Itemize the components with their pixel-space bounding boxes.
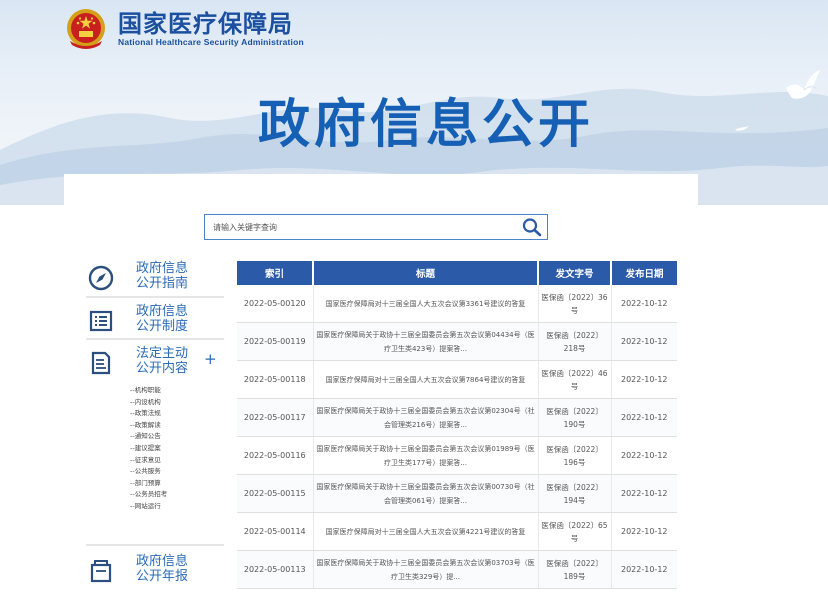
sidebar-sublist: --机构职能 --内设机构 --政策法规 --政策解读 --通知公告 --建议提…: [130, 385, 167, 513]
table-row[interactable]: 2022-05-00115 国家医疗保障局关于政协十三届全国委员会第五次会议第0…: [237, 474, 677, 513]
cell-doc-number: 医保函〔2022〕194号: [538, 474, 612, 513]
sidebar-divider: [86, 544, 224, 546]
column-header-title: 标题: [313, 261, 539, 285]
search-icon[interactable]: [521, 217, 543, 237]
page-title: 政府信息公开: [257, 95, 594, 155]
column-header-doc-number: 发文字号: [538, 261, 612, 285]
dove-icon: [786, 70, 820, 99]
list-document-icon: [89, 310, 113, 332]
sidebar-subitem[interactable]: --部门预算: [130, 478, 167, 490]
cell-index: 2022-05-00116: [237, 436, 314, 475]
search-input[interactable]: [213, 219, 513, 235]
cell-date: 2022-10-12: [611, 474, 677, 513]
cell-index: 2022-05-00117: [237, 398, 314, 437]
sidebar-subitem[interactable]: --政策解读: [130, 420, 167, 432]
sidebar-item-annual-report[interactable]: 政府信息 公开年报: [86, 554, 224, 586]
sidebar-subitem[interactable]: --公共服务: [130, 466, 167, 478]
sidebar-item-label: 法定主动 公开内容: [136, 346, 189, 376]
sidebar-item-label: 政府信息 公开年报: [136, 554, 189, 584]
sidebar-divider: [86, 296, 224, 298]
cell-title-link[interactable]: 国家医疗保障局关于政协十三届全国委员会第五次会议第03703号（医疗卫生类329…: [313, 550, 539, 589]
sidebar-subitem[interactable]: --公务员招考: [130, 489, 167, 501]
table-row[interactable]: 2022-05-00116 国家医疗保障局关于政协十三届全国委员会第五次会议第0…: [237, 436, 677, 475]
table-row[interactable]: 2022-05-00117 国家医疗保障局关于政协十三届全国委员会第五次会议第0…: [237, 398, 677, 437]
column-header-index: 索引: [237, 261, 314, 285]
cell-doc-number: 医保函〔2022〕190号: [538, 398, 612, 437]
cell-date: 2022-10-12: [611, 398, 677, 437]
national-emblem-icon: [67, 9, 105, 49]
cell-date: 2022-10-12: [611, 360, 677, 399]
table-row[interactable]: 2022-05-00118 国家医疗保障局对十三届全国人大五次会议第7864号建…: [237, 360, 677, 399]
sidebar-item-guide[interactable]: 政府信息 公开指南: [86, 261, 224, 293]
sidebar-subitem[interactable]: --机构职能: [130, 385, 167, 397]
agency-name-cn: 国家医疗保障局: [118, 8, 293, 38]
cell-title-link[interactable]: 国家医疗保障局对十三届全国人大五次会议第7864号建议的答复: [313, 360, 539, 399]
search-box: [204, 214, 548, 240]
cell-date: 2022-10-12: [611, 512, 677, 551]
cell-title-link[interactable]: 国家医疗保障局关于政协十三届全国委员会第五次会议第04434号（医疗卫生类423…: [313, 322, 539, 361]
compass-icon: [88, 265, 114, 291]
edit-document-icon: [91, 351, 111, 375]
cell-index: 2022-05-00114: [237, 512, 314, 551]
sidebar-subitem[interactable]: --内设机构: [130, 397, 167, 409]
sidebar-subitem[interactable]: --政策法规: [130, 408, 167, 420]
cell-doc-number: 医保函〔2022〕218号: [538, 322, 612, 361]
cell-index: 2022-05-00113: [237, 550, 314, 589]
table-row[interactable]: 2022-05-00114 国家医疗保障局对十三届全国人大五次会议第4221号建…: [237, 512, 677, 551]
cell-doc-number: 医保函〔2022〕196号: [538, 436, 612, 475]
small-bird-icon: [735, 126, 749, 131]
cell-title-link[interactable]: 国家医疗保障局关于政协十三届全国委员会第五次会议第02304号（社会管理类216…: [313, 398, 539, 437]
sidebar-subitem[interactable]: --征求意见: [130, 455, 167, 467]
cell-index: 2022-05-00115: [237, 474, 314, 513]
sidebar-subitem[interactable]: --网站运行: [130, 501, 167, 513]
report-icon: [90, 560, 112, 583]
cell-title-link[interactable]: 国家医疗保障局对十三届全国人大五次会议第4221号建议的答复: [313, 512, 539, 551]
cell-title-link[interactable]: 国家医疗保障局关于政协十三届全国委员会第五次会议第01989号（医疗卫生类177…: [313, 436, 539, 475]
table-row[interactable]: 2022-05-00119 国家医疗保障局关于政协十三届全国委员会第五次会议第0…: [237, 322, 677, 361]
cell-doc-number: 医保函〔2022〕65号: [538, 512, 612, 551]
table-row[interactable]: 2022-05-00120 国家医疗保障局对十三届全国人大五次会议第3361号建…: [237, 285, 677, 323]
cell-date: 2022-10-12: [611, 550, 677, 589]
cell-date: 2022-10-12: [611, 322, 677, 361]
cell-date: 2022-10-12: [611, 285, 677, 323]
column-header-date: 发布日期: [611, 261, 677, 285]
cell-index: 2022-05-00119: [237, 322, 314, 361]
table-row[interactable]: 2022-05-00113 国家医疗保障局关于政协十三届全国委员会第五次会议第0…: [237, 550, 677, 589]
cell-title-link[interactable]: 国家医疗保障局对十三届全国人大五次会议第3361号建议的答复: [313, 285, 539, 323]
agency-name-en: National Healthcare Security Administrat…: [118, 36, 304, 47]
cell-index: 2022-05-00118: [237, 360, 314, 399]
cell-index: 2022-05-00120: [237, 285, 314, 323]
cell-doc-number: 医保函〔2022〕189号: [538, 550, 612, 589]
cell-doc-number: 医保函〔2022〕46号: [538, 360, 612, 399]
table-header-row: 索引 标题 发文字号 发布日期: [237, 261, 677, 285]
sidebar-subitem[interactable]: --建议提案: [130, 443, 167, 455]
cell-title-link[interactable]: 国家医疗保障局关于政协十三届全国委员会第五次会议第00730号（社会管理类061…: [313, 474, 539, 513]
sidebar-divider: [86, 338, 224, 340]
expand-plus-icon[interactable]: +: [204, 352, 217, 367]
sidebar-item-label: 政府信息 公开指南: [136, 261, 189, 291]
sidebar-item-label: 政府信息 公开制度: [136, 304, 189, 334]
sidebar-item-system[interactable]: 政府信息 公开制度: [86, 304, 224, 336]
content-panel: 政府信息 公开指南 政府信息 公开制度 法定主动 公开内容 + --机构职能 -…: [64, 174, 698, 598]
disclosure-table: 索引 标题 发文字号 发布日期 2022-05-00120 国家医疗保障局对十三…: [237, 261, 677, 589]
cell-doc-number: 医保函〔2022〕36号: [538, 285, 612, 323]
cell-date: 2022-10-12: [611, 436, 677, 475]
sidebar-subitem[interactable]: --通知公告: [130, 431, 167, 443]
agency-logo[interactable]: 国家医疗保障局 National Healthcare Security Adm…: [64, 7, 304, 51]
